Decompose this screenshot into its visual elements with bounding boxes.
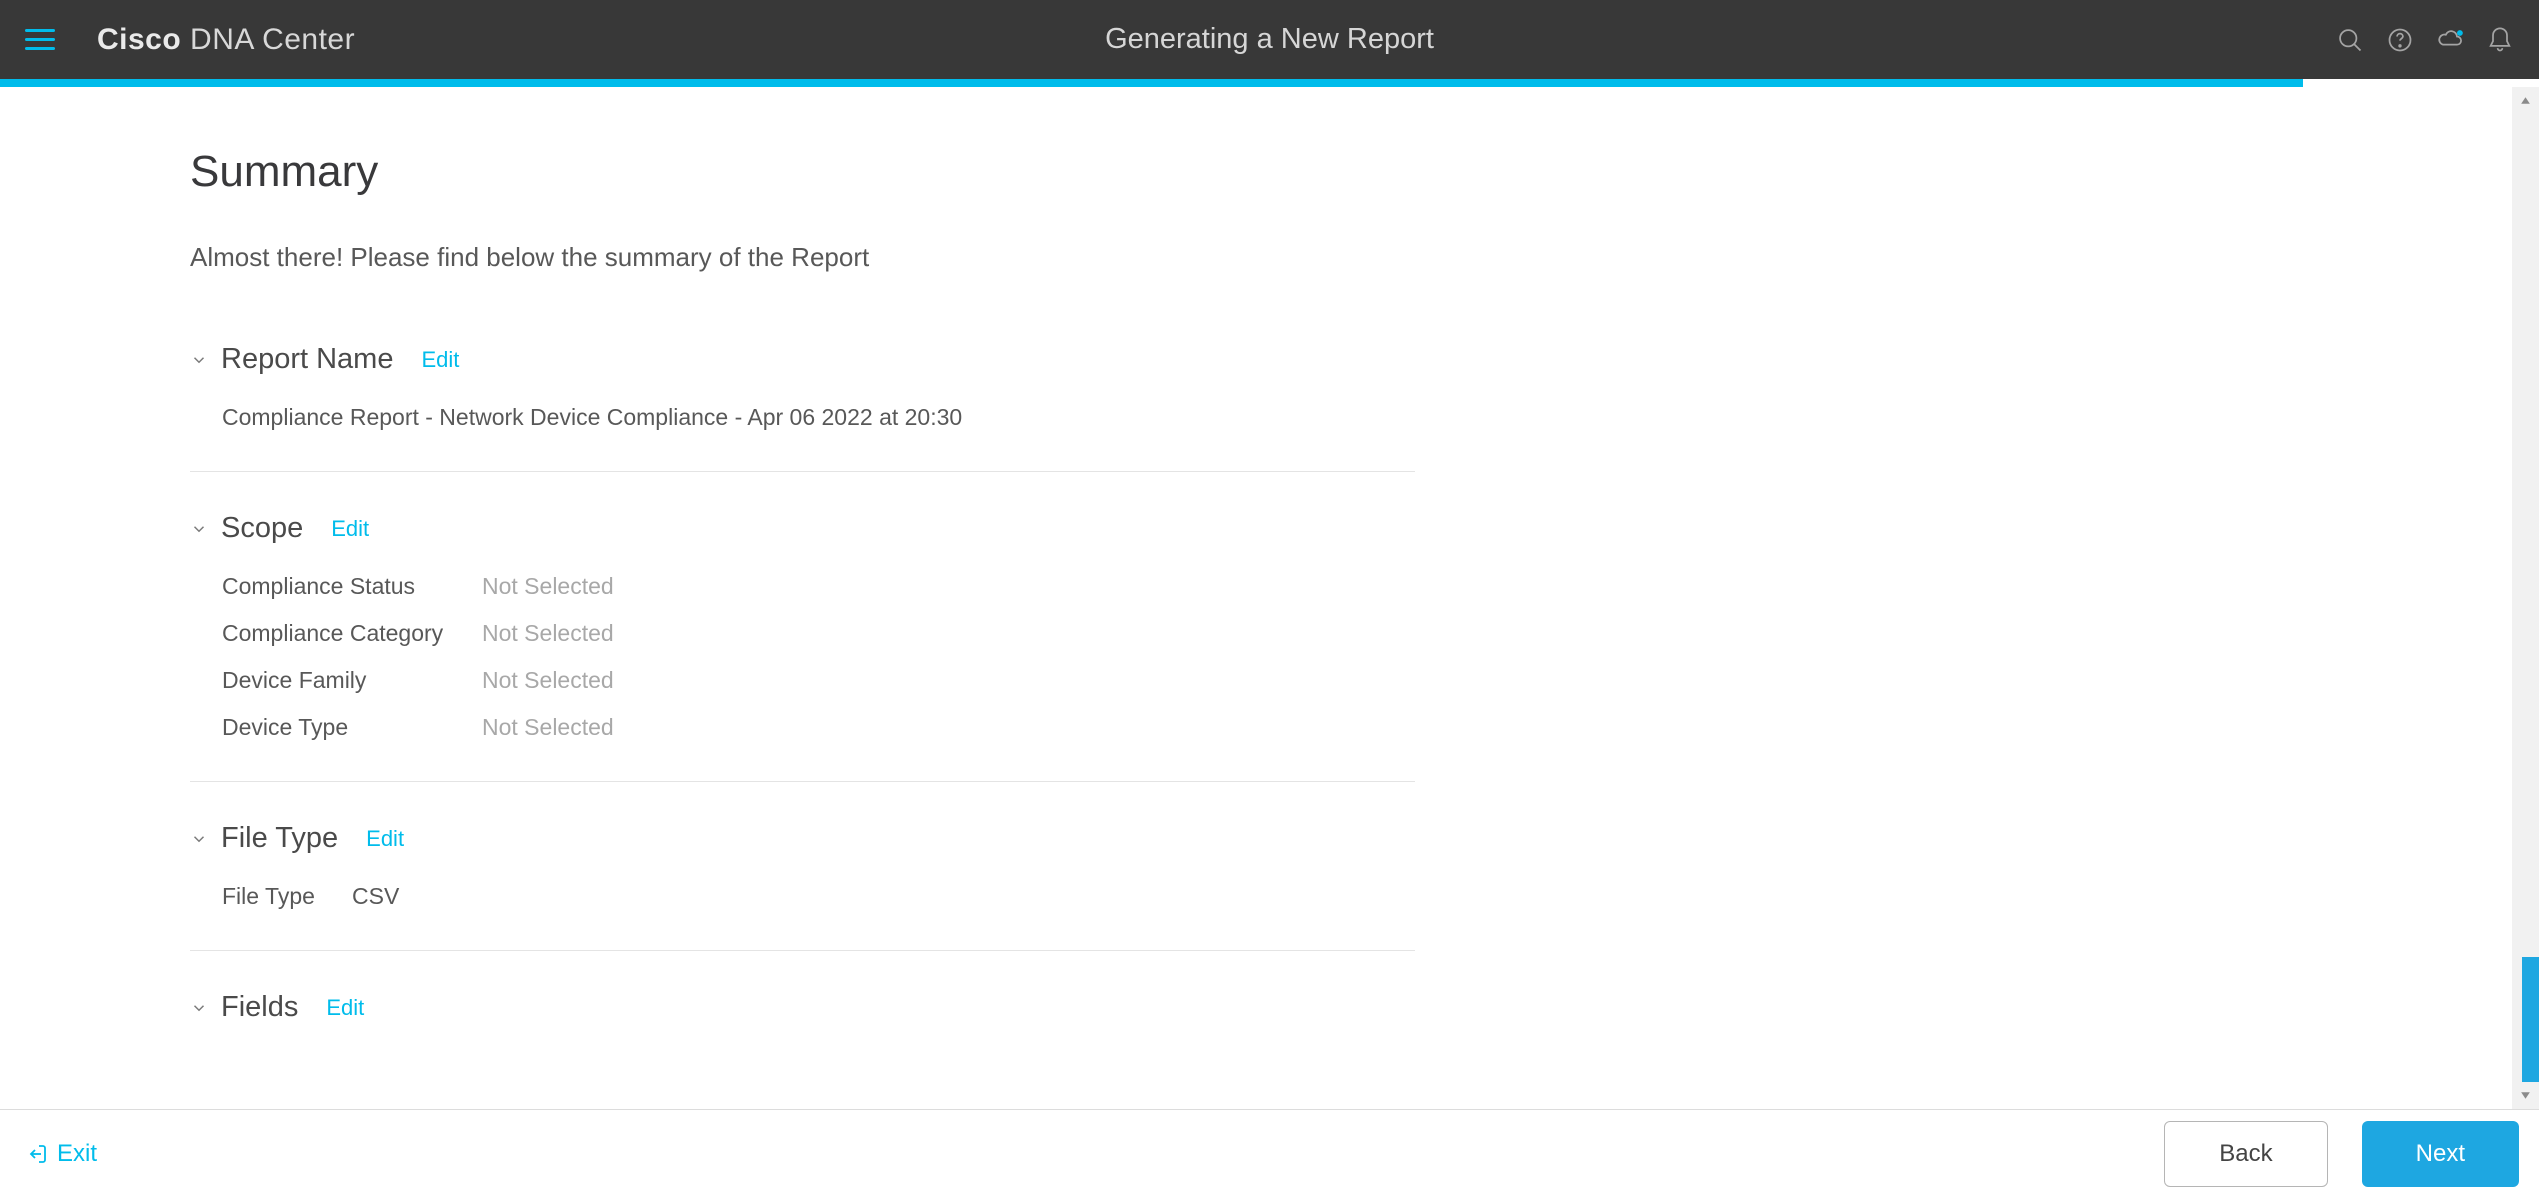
section-title-file-type: File Type — [221, 822, 338, 855]
scrollbar[interactable] — [2512, 87, 2539, 1109]
scope-field-row: Device Type Not Selected — [222, 714, 1415, 741]
footer-actions: Back Next — [2164, 1121, 2519, 1187]
scope-field-label: Device Family — [222, 667, 482, 694]
exit-button[interactable]: Exit — [20, 1130, 102, 1178]
content-area: Summary Almost there! Please find below … — [0, 87, 2539, 1109]
scope-field-value: Not Selected — [482, 620, 614, 647]
app-logo: Cisco DNA Center — [97, 23, 355, 57]
exit-label: Exit — [57, 1140, 97, 1168]
scope-body: Compliance Status Not Selected Complianc… — [190, 573, 1415, 741]
section-header-scope[interactable]: Scope Edit — [190, 512, 1415, 545]
scrollbar-up-arrow-icon[interactable] — [2512, 87, 2539, 114]
back-button[interactable]: Back — [2164, 1121, 2327, 1187]
section-report-name: Report Name Edit Compliance Report - Net… — [190, 343, 1415, 472]
menu-icon[interactable] — [25, 22, 61, 58]
section-header-fields[interactable]: Fields Edit — [190, 991, 1415, 1024]
bell-icon[interactable] — [2486, 26, 2514, 54]
section-header-file-type[interactable]: File Type Edit — [190, 822, 1415, 855]
chevron-down-icon — [190, 351, 208, 369]
scope-field-label: Compliance Status — [222, 573, 482, 600]
page-title: Generating a New Report — [1105, 23, 1434, 56]
scope-field-value: Not Selected — [482, 714, 614, 741]
summary-heading: Summary — [190, 147, 2349, 197]
file-type-body: File Type CSV — [190, 883, 1415, 910]
scrollbar-down-arrow-icon[interactable] — [2512, 1082, 2539, 1109]
scrollbar-thumb[interactable] — [2522, 957, 2539, 1082]
progress-bar — [0, 79, 2539, 87]
section-title-fields: Fields — [221, 991, 298, 1024]
edit-link-scope[interactable]: Edit — [331, 516, 369, 542]
search-icon[interactable] — [2336, 26, 2364, 54]
scope-field-row: Compliance Status Not Selected — [222, 573, 1415, 600]
edit-link-file-type[interactable]: Edit — [366, 826, 404, 852]
header-icons — [2336, 26, 2514, 54]
chevron-down-icon — [190, 999, 208, 1017]
scope-field-label: Device Type — [222, 714, 482, 741]
scope-field-row: Compliance Category Not Selected — [222, 620, 1415, 647]
section-file-type: File Type Edit File Type CSV — [190, 822, 1415, 951]
edit-link-fields[interactable]: Edit — [326, 995, 364, 1021]
summary-subtitle: Almost there! Please find below the summ… — [190, 242, 2349, 273]
scope-field-label: Compliance Category — [222, 620, 482, 647]
chevron-down-icon — [190, 520, 208, 538]
section-header-report-name[interactable]: Report Name Edit — [190, 343, 1415, 376]
section-scope: Scope Edit Compliance Status Not Selecte… — [190, 512, 1415, 782]
brand-name: Cisco — [97, 23, 181, 56]
edit-link-report-name[interactable]: Edit — [421, 347, 459, 373]
cloud-icon[interactable] — [2436, 26, 2464, 54]
footer-bar: Exit Back Next — [0, 1109, 2539, 1197]
scope-field-value: Not Selected — [482, 667, 614, 694]
app-header: Cisco DNA Center Generating a New Report — [0, 0, 2539, 79]
file-type-row: File Type CSV — [222, 883, 1415, 910]
section-title-scope: Scope — [221, 512, 303, 545]
file-type-label: File Type — [222, 883, 352, 910]
report-name-value: Compliance Report - Network Device Compl… — [190, 404, 1415, 431]
chevron-down-icon — [190, 830, 208, 848]
next-button[interactable]: Next — [2362, 1121, 2519, 1187]
scope-field-value: Not Selected — [482, 573, 614, 600]
file-type-value: CSV — [352, 883, 399, 910]
section-fields: Fields Edit — [190, 991, 1415, 1024]
help-icon[interactable] — [2386, 26, 2414, 54]
product-name: DNA Center — [190, 23, 355, 56]
scope-field-row: Device Family Not Selected — [222, 667, 1415, 694]
exit-icon — [25, 1142, 49, 1166]
progress-fill — [0, 79, 2303, 87]
section-title-report-name: Report Name — [221, 343, 393, 376]
